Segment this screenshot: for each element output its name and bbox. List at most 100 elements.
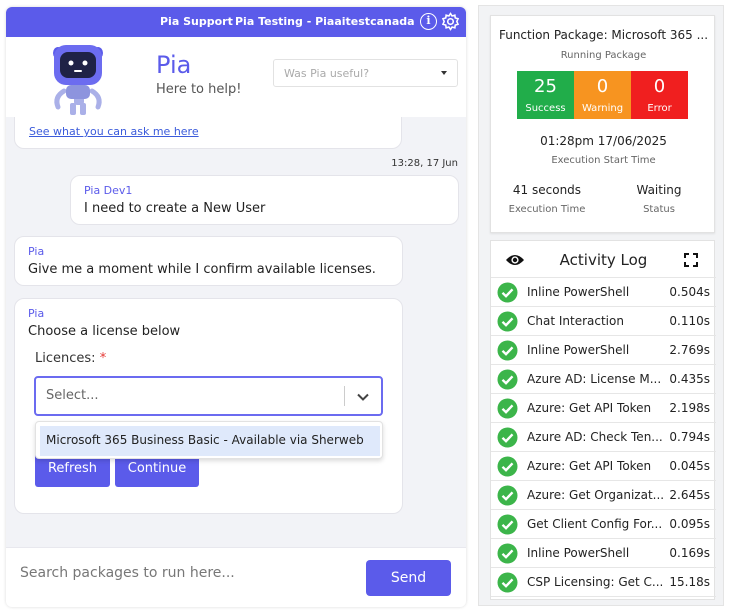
package-subtitle: Running Package	[560, 50, 647, 61]
activity-name: Azure: Get API Token	[527, 401, 652, 415]
activity-duration: 15.18s	[669, 575, 710, 589]
activity-log-row[interactable]: Inline PowerShell 0.169s	[491, 539, 716, 568]
expand-icon[interactable]	[684, 253, 698, 267]
pia-testing-link[interactable]: Pia Testing - Piaaitestcanada	[235, 15, 415, 28]
pia-support-link[interactable]: Pia Support	[160, 15, 233, 28]
activity-duration: 0.095s	[669, 517, 710, 531]
activity-log-row[interactable]: Chat Interaction 0.110s	[491, 307, 716, 336]
package-status: Waiting	[636, 183, 682, 197]
message-sender: Pia Dev1	[84, 184, 133, 197]
pia-robot-icon	[53, 45, 103, 115]
licence-select[interactable]: Select...	[34, 376, 383, 416]
activity-duration: 0.435s	[669, 372, 710, 386]
feedback-dropdown[interactable]: Was Pia useful?	[273, 59, 458, 87]
caret-down-icon	[441, 71, 447, 75]
check-circle-icon	[497, 282, 518, 303]
activity-log-title: Activity Log	[559, 251, 648, 269]
warning-tile: 0 Warning	[574, 71, 631, 119]
success-label: Success	[525, 103, 566, 114]
check-circle-icon	[497, 369, 518, 390]
capabilities-link[interactable]: See what you can ask me here	[29, 125, 199, 138]
success-count: 25	[534, 76, 557, 97]
chat-topbar: Pia Support Pia Testing - Piaaitestcanad…	[6, 7, 466, 37]
check-circle-icon	[497, 572, 518, 593]
check-circle-icon	[497, 311, 518, 332]
package-status-label: Status	[643, 204, 675, 215]
activity-name: Chat Interaction	[527, 314, 624, 328]
bot-message-card: Pia Give me a moment while I confirm ava…	[14, 236, 403, 286]
activity-duration: 0.045s	[669, 459, 710, 473]
error-count: 0	[653, 76, 666, 97]
message-text: Choose a license below	[28, 324, 181, 339]
licence-select-placeholder: Select...	[46, 388, 99, 403]
activity-log-row[interactable]: Inline PowerShell 2.769s	[491, 336, 716, 365]
warning-label: Warning	[581, 103, 624, 114]
activity-log-row[interactable]: Azure: Get API Token 0.045s	[491, 452, 716, 481]
activity-name: CSP Licensing: Get C...	[527, 575, 664, 589]
pia-title: Pia	[156, 51, 192, 79]
message-text: I need to create a New User	[84, 201, 266, 216]
gear-icon[interactable]	[441, 12, 460, 31]
required-mark: *	[99, 351, 107, 366]
chat-panel: Pia Support Pia Testing - Piaaitestcanad…	[6, 7, 466, 607]
activity-name: Inline PowerShell	[527, 285, 630, 299]
activity-duration: 0.794s	[669, 430, 710, 444]
message-timestamp: 13:28, 17 Jun	[391, 158, 458, 169]
error-tile: 0 Error	[631, 71, 688, 119]
check-circle-icon	[497, 485, 518, 506]
package-summary-card: Function Package: Microsoft 365 ... Runn…	[490, 15, 715, 233]
execution-time: 41 seconds	[512, 183, 582, 197]
message-text: Give me a moment while I confirm availab…	[28, 262, 376, 277]
activity-name: Azure: Get API Token	[527, 459, 652, 473]
warning-count: 0	[596, 76, 609, 97]
message-list[interactable]: See what you can ask me here 13:28, 17 J…	[6, 117, 466, 521]
message-sender: Pia	[28, 307, 45, 320]
package-status-panel: Function Package: Microsoft 365 ... Runn…	[478, 5, 724, 606]
activity-name: Get Client Config For...	[527, 517, 663, 531]
activity-log-row[interactable]: Azure: Get Organizat... 2.645s	[491, 481, 716, 510]
check-circle-icon	[497, 427, 518, 448]
activity-duration: 0.169s	[669, 546, 710, 560]
execution-start-label: Execution Start Time	[551, 155, 656, 166]
check-circle-icon	[497, 514, 518, 535]
activity-duration: 2.769s	[669, 343, 710, 357]
activity-name: Azure AD: Check Ten...	[527, 430, 663, 444]
send-button[interactable]: Send	[366, 560, 451, 596]
chevron-down-icon[interactable]	[356, 390, 370, 404]
chat-header: Pia Here to help! Was Pia useful?	[6, 37, 466, 117]
chat-input-bar: Search packages to run here... Send	[6, 547, 466, 607]
info-icon[interactable]: i	[420, 13, 437, 30]
pia-subtitle: Here to help!	[156, 82, 242, 97]
message-sender: Pia	[28, 245, 45, 258]
package-search-input[interactable]: Search packages to run here...	[20, 565, 235, 581]
activity-log-row[interactable]: Azure AD: Check Ten... 0.794s	[491, 423, 716, 452]
licences-label: Licences: *	[35, 351, 106, 366]
check-circle-icon	[497, 398, 518, 419]
package-title: Function Package: Microsoft 365 ...	[498, 28, 709, 42]
select-separator	[344, 386, 345, 406]
bot-message-card: See what you can ask me here	[14, 117, 402, 149]
check-circle-icon	[497, 340, 518, 361]
error-label: Error	[647, 103, 672, 114]
activity-log-header: Activity Log	[491, 241, 716, 278]
activity-log-card: Activity Log Inline PowerShell 0.504s Chat…	[490, 240, 716, 600]
licence-option[interactable]: Microsoft 365 Business Basic - Available…	[40, 426, 380, 456]
licence-options-menu: Microsoft 365 Business Basic - Available…	[35, 421, 383, 459]
check-circle-icon	[497, 456, 518, 477]
activity-log-row[interactable]: Inline PowerShell 0.504s	[491, 278, 716, 307]
check-circle-icon	[497, 543, 518, 564]
activity-log-row[interactable]: Azure: Get API Token 2.198s	[491, 394, 716, 423]
success-tile: 25 Success	[517, 71, 574, 119]
user-message-card: Pia Dev1 I need to create a New User	[70, 175, 459, 225]
activity-name: Azure AD: License M...	[527, 372, 662, 386]
execution-time-label: Execution Time	[508, 204, 586, 215]
activity-log-row[interactable]: Get Client Config For... 0.095s	[491, 510, 716, 539]
execution-start-time: 01:28pm 17/06/2025	[540, 134, 667, 148]
licences-label-text: Licences:	[35, 351, 96, 366]
activity-log-row[interactable]: Azure AD: License M... 0.435s	[491, 365, 716, 394]
activity-log-row[interactable]: CSP Licensing: Get C... 15.18s	[491, 568, 716, 597]
license-choice-card: Pia Choose a license below Licences: * S…	[14, 298, 403, 514]
activity-duration: 0.504s	[669, 285, 710, 299]
activity-name: Inline PowerShell	[527, 343, 630, 357]
activity-duration: 2.198s	[669, 401, 710, 415]
